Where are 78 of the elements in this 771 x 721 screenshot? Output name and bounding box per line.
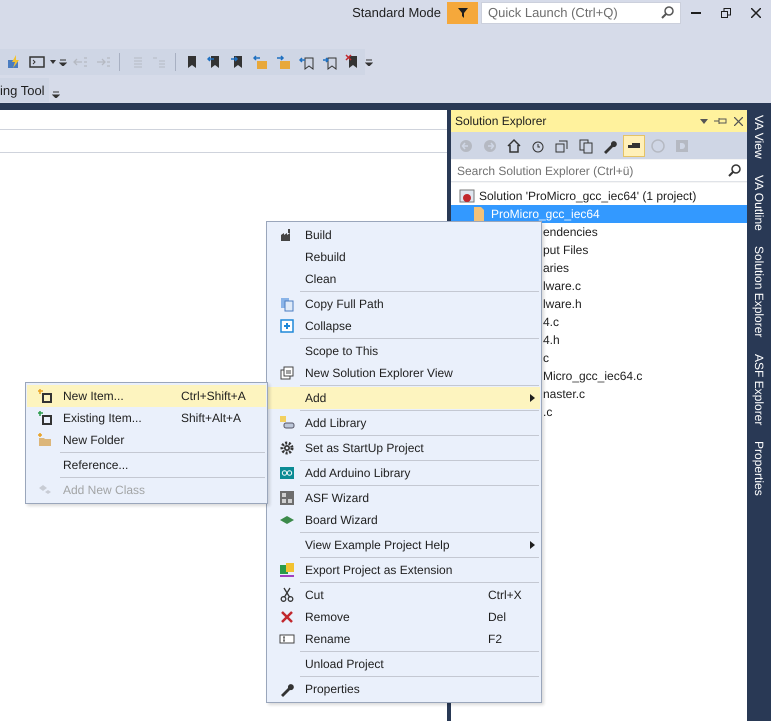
menu-item[interactable]: Rebuild <box>268 246 540 268</box>
menu-item[interactable]: Cut Ctrl+X <box>268 584 540 606</box>
menu-item[interactable]: Remove Del <box>268 606 540 628</box>
export-icon <box>278 562 294 578</box>
funnel-icon <box>456 6 468 18</box>
gear-icon <box>278 440 294 456</box>
ladybug-icon <box>459 188 475 204</box>
home-icon <box>506 138 522 154</box>
side-tab[interactable]: Properties <box>752 439 766 498</box>
side-tab[interactable]: ASF Explorer <box>752 352 766 428</box>
menu-item[interactable]: Add <box>268 387 540 409</box>
menu-item[interactable]: Existing Item... Shift+Alt+A <box>27 407 266 429</box>
forward-icon <box>482 138 498 154</box>
restore-icon <box>721 8 731 18</box>
cross-icon <box>278 609 294 625</box>
side-tab[interactable]: VA Outline <box>752 172 766 232</box>
new-item-icon <box>37 388 53 404</box>
menu-item[interactable]: Copy Full Path <box>268 293 540 315</box>
menu-item[interactable]: Build <box>268 224 540 246</box>
menu-item[interactable]: Add Library <box>268 412 540 434</box>
library-icon <box>278 415 294 431</box>
close-icon <box>751 8 761 18</box>
quick-launch-field[interactable]: Quick Launch (Ctrl+Q) <box>486 2 660 22</box>
lightning-icon <box>6 54 22 70</box>
panel-title: Solution Explorer <box>455 114 548 128</box>
quick-launch-box[interactable]: Quick Launch (Ctrl+Q) <box>481 2 681 24</box>
terminal-icon <box>29 54 45 70</box>
overflow-icon <box>59 58 67 66</box>
pages-icon <box>578 138 594 154</box>
copy-icon <box>278 296 294 312</box>
filter-button[interactable] <box>447 2 478 24</box>
back-icon <box>458 138 474 154</box>
side-tab[interactable]: Solution Explorer <box>752 244 766 340</box>
submenu-arrow-icon <box>530 541 534 549</box>
dropdown-icon <box>50 60 56 64</box>
menu-item[interactable]: View Example Project Help <box>268 534 540 556</box>
dropdown-icon[interactable] <box>700 118 708 124</box>
scissors-icon <box>278 587 294 603</box>
windows-icon <box>554 138 570 154</box>
menu-item[interactable]: Reference... <box>27 454 266 476</box>
menu-item[interactable]: Export Project as Extension <box>268 559 540 581</box>
windows-icon <box>278 365 294 381</box>
folder-next-icon <box>276 54 292 70</box>
wrench-icon <box>278 681 294 697</box>
existing-item-icon <box>37 410 53 426</box>
mode-label: Standard Mode <box>352 5 441 20</box>
grid-icon <box>278 490 294 506</box>
plus-square-icon <box>278 318 294 334</box>
folder-icon <box>37 432 53 448</box>
submenu-arrow-icon <box>530 394 534 402</box>
menu-item[interactable]: ASF Wizard <box>268 487 540 509</box>
menu-item[interactable]: Set as StartUp Project <box>268 437 540 459</box>
overflow-icon <box>52 90 60 98</box>
minimize-icon <box>691 12 701 14</box>
search-icon <box>727 162 743 178</box>
pin-icon[interactable] <box>714 116 728 126</box>
search-field[interactable]: Search Solution Explorer (Ctrl+ü) <box>455 160 727 180</box>
close-icon[interactable] <box>734 116 743 126</box>
toolbar-button[interactable] <box>623 134 645 156</box>
menu-item[interactable]: Board Wizard <box>268 509 540 531</box>
menu-item[interactable]: Scope to This <box>268 340 540 362</box>
overflow-icon <box>365 58 373 66</box>
menu-item[interactable]: New Folder <box>27 429 266 451</box>
tree-item[interactable]: Solution 'ProMicro_gcc_iec64' (1 project) <box>451 187 747 205</box>
menu-item[interactable]: Rename F2 <box>268 628 540 650</box>
infinity-icon <box>278 465 294 481</box>
menu-item[interactable]: New Item... Ctrl+Shift+A <box>27 385 266 407</box>
menu-item[interactable]: Collapse <box>268 315 540 337</box>
menu-item[interactable]: Add Arduino Library <box>268 462 540 484</box>
menu-item[interactable]: New Solution Explorer View <box>268 362 540 384</box>
side-tab[interactable]: VA View <box>752 113 766 161</box>
search-box[interactable]: Search Solution Explorer (Ctrl+ü) <box>451 160 747 182</box>
menu-item[interactable]: Properties <box>268 678 540 700</box>
folder-back-icon <box>253 54 269 70</box>
toolbar-label: ing Tool <box>0 82 46 98</box>
search-icon <box>660 4 676 20</box>
menu-item[interactable]: Clean <box>268 268 540 290</box>
menu-item[interactable]: Unload Project <box>268 653 540 675</box>
